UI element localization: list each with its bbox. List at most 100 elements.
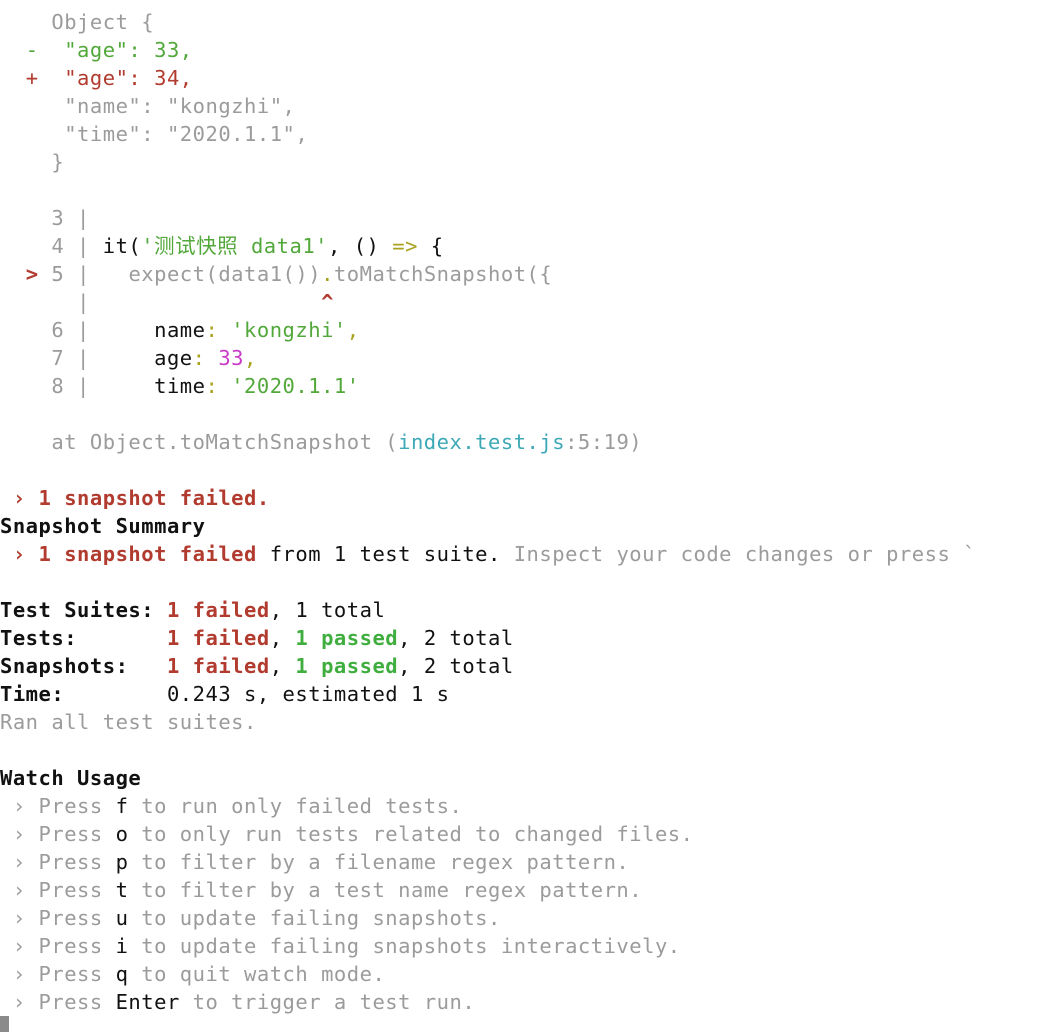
status-failed-count: 1 failed (166, 654, 270, 678)
watch-usage-item[interactable]: › Press t to filter by a test name regex… (0, 876, 642, 904)
watch-description: to only run tests related to changed fil… (141, 822, 694, 846)
summary-label: Tests: (0, 626, 78, 650)
code-key-age: age (154, 346, 193, 370)
line-number-5: 5 (51, 262, 65, 286)
watch-description: to run only failed tests. (141, 794, 463, 818)
watch-key[interactable]: q (116, 962, 129, 986)
line-gutter-5: | (77, 262, 90, 286)
watch-press-label: Press (38, 878, 103, 902)
diff-time-text: "time": "2020.1.1", (64, 122, 309, 146)
line-number-6: 6 | (51, 318, 90, 342)
diff-plus-line: + "age": 34, (0, 64, 193, 92)
watch-usage-item[interactable]: › Press p to filter by a filename regex … (0, 848, 629, 876)
watch-usage-item[interactable]: › Press o to only run tests related to c… (0, 820, 694, 848)
watch-key[interactable]: Enter (116, 990, 180, 1014)
watch-key[interactable]: o (116, 822, 129, 846)
summary-label: Time: (0, 682, 65, 706)
diff-plus-text: "age": 34, (64, 66, 193, 90)
watch-press-label: Press (38, 822, 103, 846)
summary-time: Time: 0.243 s, estimated 1 s (0, 680, 450, 708)
status-total-count: , 1 total (269, 598, 386, 622)
watch-key[interactable]: f (116, 794, 129, 818)
code-key-time: time (154, 374, 206, 398)
error-caret: ^ (321, 290, 334, 314)
error-marker: > (25, 262, 39, 286)
diff-object-close-text: } (51, 150, 65, 174)
chevron-right-icon: › (12, 850, 26, 874)
code-caret-line: | ^ (0, 288, 334, 316)
diff-name-text: "name": "kongzhi", (64, 94, 296, 118)
watch-press-label: Press (38, 906, 103, 930)
code-colon: : (205, 374, 219, 398)
chevron-right-icon: › (12, 906, 26, 930)
watch-key[interactable]: t (116, 878, 129, 902)
stack-trace: at Object.toMatchSnapshot (index.test.js… (0, 428, 642, 456)
status-total-count: , 2 total (398, 654, 514, 678)
code-value-time: '2020.1.1' (231, 374, 360, 398)
chevron-right-icon: › (12, 934, 26, 958)
diff-plus-sign: + (25, 66, 39, 90)
caret-gutter: | (77, 290, 90, 314)
stack-trace-file-link[interactable]: index.test.js (398, 430, 565, 454)
snapshot-failed-line: › 1 snapshot failed. (0, 484, 270, 512)
code-arrow-params: , () (328, 234, 393, 258)
diff-time-line: "time": "2020.1.1", (0, 120, 308, 148)
code-arrow-operator: => (392, 234, 418, 258)
code-dot: . (321, 262, 334, 286)
code-colon: : (192, 346, 206, 370)
status-failed-count: 1 failed (166, 626, 270, 650)
diff-minus-text: "age": 33, (64, 38, 193, 62)
snapshot-summary-title: Snapshot Summary (0, 514, 206, 538)
code-line-6: 6 | name: 'kongzhi', (0, 316, 360, 344)
snapshot-failed-text: 1 snapshot failed. (38, 486, 270, 510)
line-number-4: 4 | (51, 234, 90, 258)
code-value-age: 33 (218, 346, 245, 370)
watch-key[interactable]: u (116, 906, 129, 930)
chevron-right-icon: › (12, 990, 26, 1014)
code-colon: : (205, 318, 219, 342)
watch-description: to trigger a test run. (192, 990, 476, 1014)
stack-trace-location: :5:19) (565, 430, 643, 454)
code-line-8: 8 | time: '2020.1.1' (0, 372, 360, 400)
diff-minus-sign: - (25, 38, 39, 62)
summary-snapshots: Snapshots: 1 failed, 1 passed, 2 total (0, 654, 514, 678)
code-comma: , (244, 346, 257, 370)
stack-trace-prefix: at Object.toMatchSnapshot ( (51, 430, 399, 454)
terminal-cursor (0, 1016, 9, 1032)
code-key-name: name (154, 318, 206, 342)
chevron-right-icon: › (12, 822, 26, 846)
chevron-right-icon: › (12, 486, 26, 510)
chevron-right-icon: › (12, 794, 26, 818)
summary-tests: Tests: 1 failed, 1 passed, 2 total (0, 626, 514, 650)
snapshot-summary-failed: 1 snapshot failed (38, 542, 257, 566)
code-value-name: 'kongzhi' (231, 318, 347, 342)
watch-press-label: Press (38, 934, 103, 958)
watch-usage-item[interactable]: › Press i to update failing snapshots in… (0, 932, 681, 960)
watch-description: to filter by a test name regex pattern. (141, 878, 643, 902)
ran-all-suites: Ran all test suites. (0, 710, 257, 734)
chevron-right-icon: › (12, 878, 26, 902)
watch-usage-item[interactable]: › Press Enter to trigger a test run. (0, 988, 475, 1016)
watch-description: to update failing snapshots. (141, 906, 501, 930)
snapshot-summary-line: › 1 snapshot failed from 1 test suite. I… (0, 540, 976, 568)
line-number-3: 3 | (51, 206, 90, 230)
watch-usage-item[interactable]: › Press q to quit watch mode. (0, 960, 385, 988)
watch-press-label: Press (38, 990, 103, 1014)
watch-usage-item[interactable]: › Press f to run only failed tests. (0, 792, 462, 820)
watch-usage-item[interactable]: › Press u to update failing snapshots. (0, 904, 501, 932)
snapshot-summary-hint: Inspect your code changes or press ` (513, 542, 977, 566)
status-failed-count: 1 failed (166, 598, 270, 622)
watch-press-label: Press (38, 962, 103, 986)
watch-description: to filter by a filename regex pattern. (141, 850, 630, 874)
watch-key[interactable]: i (116, 934, 129, 958)
snapshot-summary-suite: from 1 test suite. (256, 542, 501, 566)
watch-key[interactable]: p (116, 850, 129, 874)
line-number-8: 8 | (51, 374, 90, 398)
code-line-5-highlight: > 5 | expect(data1()).toMatchSnapshot({ (0, 260, 552, 288)
chevron-right-icon: › (12, 542, 26, 566)
watch-description: to quit watch mode. (141, 962, 386, 986)
status-passed-count: 1 passed (295, 626, 399, 650)
summary-label: Test Suites: (0, 598, 155, 622)
watch-press-label: Press (38, 850, 103, 874)
diff-object-close: } (0, 148, 64, 176)
